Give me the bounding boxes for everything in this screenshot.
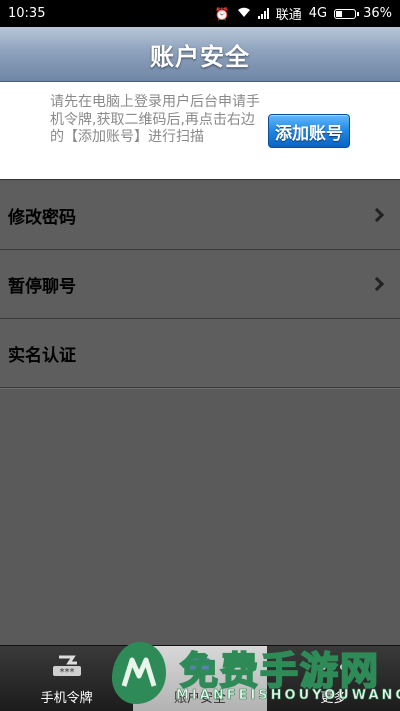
add-account-button[interactable]: 添加账号 xyxy=(268,114,350,148)
menu-item-change-password[interactable]: 修改密码 xyxy=(0,181,400,250)
status-time: 10:35 xyxy=(8,6,46,21)
tab-account-security[interactable]: 账户安全 xyxy=(133,646,267,711)
tab-label: 手机令牌 xyxy=(40,691,93,706)
tab-mobile-token[interactable]: *** 手机令牌 xyxy=(0,646,133,711)
menu-item-real-name-verification[interactable]: 实名认证 xyxy=(0,319,400,388)
menu-item-label: 实名认证 xyxy=(8,345,76,366)
page-title: 账户安全 xyxy=(150,42,250,71)
bottom-tab-bar: *** 手机令牌 账户安全 更多 xyxy=(0,645,400,711)
menu-item-label: 修改密码 xyxy=(8,207,76,228)
shield-icon xyxy=(180,653,220,681)
menu-list: 修改密码 暂停聊号 实名认证 xyxy=(0,181,400,388)
alarm-icon: ⏰ xyxy=(214,6,230,21)
instruction-text: 请先在电脑上登录用户后台申请手机令牌,获取二维码后,再点击右边的【添加账号】进行… xyxy=(50,94,260,145)
more-icon xyxy=(313,653,353,681)
tab-label: 账户安全 xyxy=(173,691,226,706)
menu-item-label: 暂停聊号 xyxy=(8,276,76,297)
tab-label: 更多 xyxy=(320,691,347,706)
signal-icon xyxy=(257,8,269,19)
carrier-label: 联通 xyxy=(275,8,302,23)
status-indicators: ⏰ 联通 4G 36% xyxy=(215,4,392,23)
chevron-right-icon xyxy=(369,207,385,223)
wifi-icon xyxy=(237,7,251,20)
tab-more[interactable]: 更多 xyxy=(267,646,400,711)
battery-label: 36% xyxy=(363,6,392,21)
chevron-right-icon xyxy=(369,276,385,292)
status-bar: 10:35 ⏰ 联通 4G 36% xyxy=(0,0,400,27)
svg-text:***: *** xyxy=(59,667,74,678)
menu-item-suspend-account[interactable]: 暂停聊号 xyxy=(0,250,400,319)
network-label: 4G xyxy=(308,6,328,21)
token-icon: *** xyxy=(47,653,87,681)
title-bar: 账户安全 xyxy=(0,27,400,82)
battery-icon xyxy=(334,8,360,19)
